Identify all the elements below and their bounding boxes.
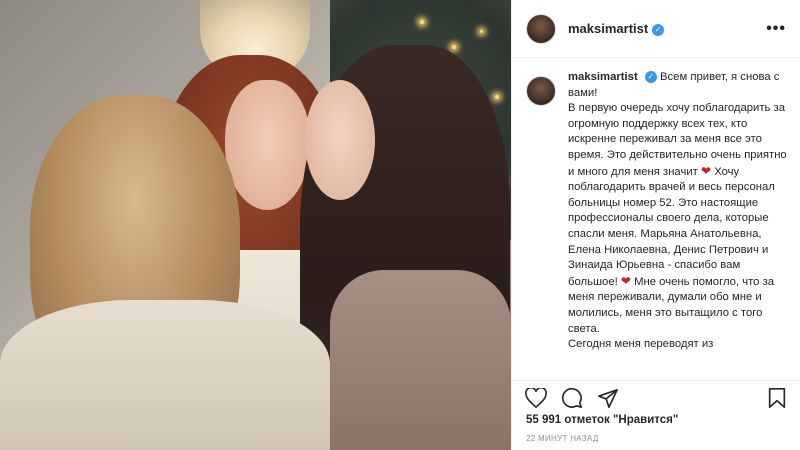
- likes-count[interactable]: 55 991 отметок "Нравится": [526, 414, 678, 426]
- red-heart-icon: ❤: [700, 163, 712, 178]
- caption-transfer: Сегодня меня переводят из: [568, 338, 714, 351]
- caption-avatar[interactable]: [526, 76, 556, 106]
- caption-text: maksimartist ✓ Всем привет, я снова с ва…: [568, 70, 787, 375]
- comment-icon[interactable]: [560, 386, 584, 410]
- heart-icon[interactable]: [524, 386, 548, 410]
- post-side-panel: maksimartist ✓ ••• maksimartist ✓ Всем пр…: [511, 0, 800, 450]
- action-bar: [512, 380, 800, 414]
- verified-badge-icon: ✓: [644, 71, 657, 84]
- caption-doctors: Хочу поблагодарить врачей и весь персона…: [568, 165, 775, 288]
- caption-username[interactable]: maksimartist: [568, 71, 638, 83]
- tree-light: [480, 30, 483, 33]
- more-options-icon[interactable]: •••: [766, 20, 786, 38]
- caption-area: maksimartist ✓ Всем привет, я снова с ва…: [512, 70, 800, 375]
- girl-right-sweater: [330, 270, 511, 450]
- caption-thanks: В первую очередь хочу поблагодарить за о…: [568, 102, 787, 178]
- verified-badge-icon: ✓: [652, 23, 665, 36]
- red-heart-icon: ❤: [620, 273, 631, 288]
- woman-center-face: [225, 80, 310, 210]
- post-timestamp[interactable]: 22 МИНУТ НАЗАД: [526, 434, 599, 443]
- post-photo[interactable]: [0, 0, 511, 450]
- girl-right-face: [305, 80, 375, 200]
- tree-light: [452, 45, 456, 49]
- tree-light: [420, 20, 424, 24]
- share-icon[interactable]: [596, 386, 620, 410]
- avatar[interactable]: [526, 13, 556, 44]
- girl-left-sweater: [0, 300, 330, 450]
- bookmark-icon[interactable]: [765, 386, 789, 410]
- username[interactable]: maksimartist ✓: [568, 21, 665, 36]
- username-text[interactable]: maksimartist: [568, 21, 648, 36]
- tree-light: [495, 95, 499, 99]
- post-header: maksimartist ✓ •••: [512, 0, 800, 58]
